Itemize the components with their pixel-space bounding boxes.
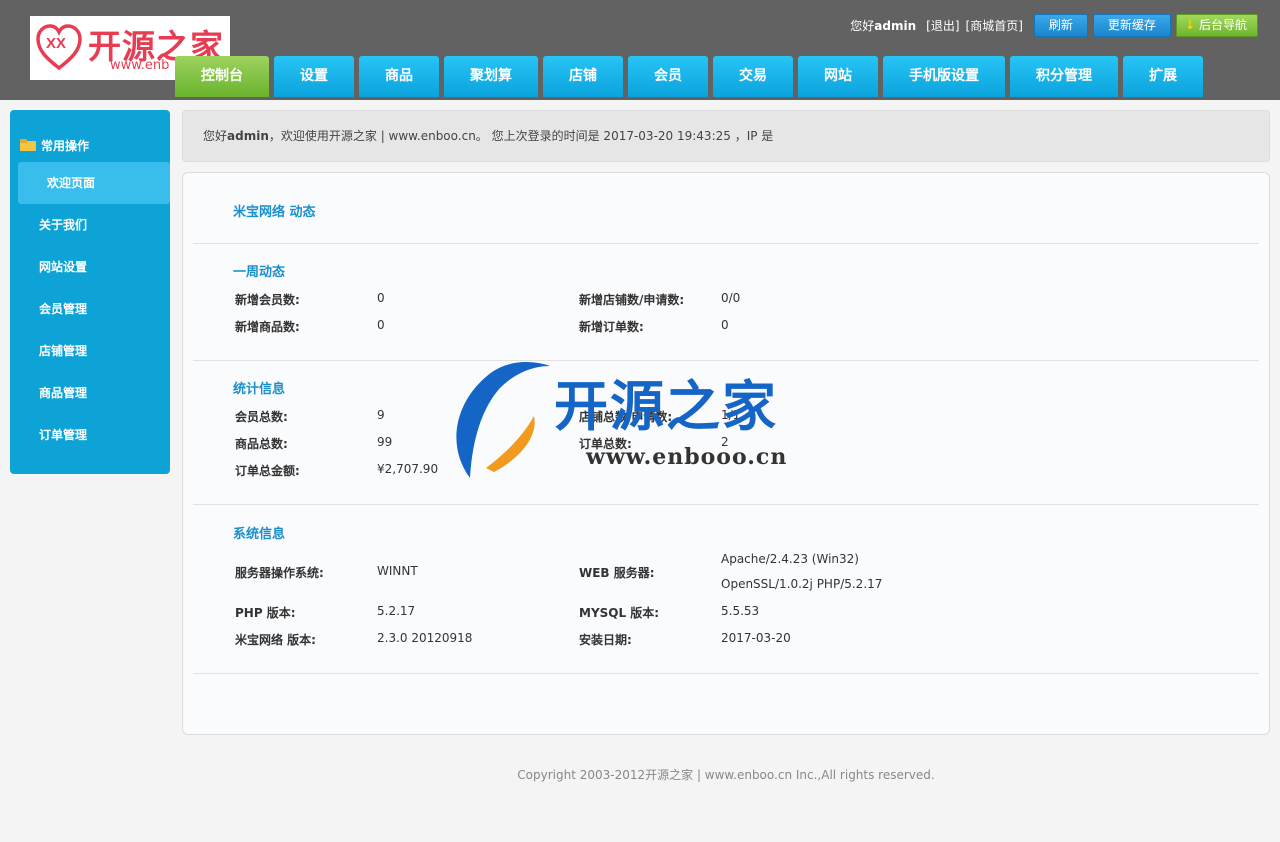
tab-goods[interactable]: 商品 (359, 56, 439, 97)
sidebar-item-orders[interactable]: 订单管理 (10, 414, 170, 456)
welcome-bar: 您好admin，欢迎使用开源之家 | www.enboo.cn。 您上次登录的时… (182, 110, 1270, 162)
new-goods-value: 0 (377, 318, 385, 332)
divider (193, 243, 1259, 244)
svg-text:XX: XX (46, 35, 66, 52)
tab-points-management[interactable]: 积分管理 (1010, 56, 1118, 97)
welcome-message: ，欢迎使用开源之家 | www.enboo.cn。 您上次登录的时间是 2017… (268, 129, 774, 143)
sidebar-item-about[interactable]: 关于我们 (10, 204, 170, 246)
stores-total-value: 1/1 (721, 408, 741, 422)
sidebar-item-members[interactable]: 会员管理 (10, 288, 170, 330)
sidebar-heading[interactable]: 常用操作 (10, 128, 170, 162)
new-orders-label: 新增订单数: (579, 320, 644, 334)
mysql-version-label: MYSQL 版本: (579, 606, 660, 620)
divider (193, 504, 1259, 505)
tab-settings[interactable]: 设置 (274, 56, 354, 97)
weekly-title: 一周动态 (233, 265, 286, 280)
web-server-value-line2: OpenSSL/1.0.2j PHP/5.2.17 (721, 577, 883, 591)
system-title: 系统信息 (233, 527, 286, 542)
dashboard-panel: 米宝网络 动态 一周动态 新增会员数: 0 新增店铺数/申请数: 0/0 新增商… (182, 172, 1270, 735)
tab-stores[interactable]: 店铺 (543, 56, 623, 97)
tab-group-buy[interactable]: 聚划算 (444, 56, 538, 97)
php-version-value: 5.2.17 (377, 604, 416, 618)
install-date-value: 2017-03-20 (721, 631, 791, 645)
members-total-label: 会员总数: (235, 410, 288, 424)
new-orders-value: 0 (721, 318, 729, 332)
app-version-value: 2.3.0 20120918 (377, 631, 473, 645)
username: admin (874, 18, 917, 33)
sidebar-item-site-settings[interactable]: 网站设置 (10, 246, 170, 288)
heart-logo-icon: XX (36, 24, 82, 71)
new-goods-label: 新增商品数: (235, 320, 300, 334)
new-stores-value: 0/0 (721, 291, 741, 305)
app-version-label: 米宝网络 版本: (235, 633, 316, 647)
tab-website[interactable]: 网站 (798, 56, 878, 97)
stores-total-label: 店铺总数/申请数: (579, 410, 673, 424)
logout-link[interactable]: [退出] (926, 17, 959, 34)
os-value: WINNT (377, 564, 418, 578)
new-members-label: 新增会员数: (235, 293, 300, 307)
sidebar-item-welcome[interactable]: 欢迎页面 (18, 162, 170, 204)
new-stores-label: 新增店铺数/申请数: (579, 293, 685, 307)
mysql-version-value: 5.5.53 (721, 604, 760, 618)
footer-copyright: Copyright 2003-2012开源之家 | www.enboo.cn I… (517, 768, 935, 782)
new-members-value: 0 (377, 291, 385, 305)
sidebar-heading-label: 常用操作 (41, 138, 90, 153)
refresh-button[interactable]: 刷新 (1033, 13, 1088, 37)
main-nav: 控制台 设置 商品 聚划算 店铺 会员 交易 网站 手机版设置 积分管理 扩展 (175, 56, 1203, 97)
folder-icon (20, 139, 36, 151)
top-links: 您好admin [退出] [商城首页] 刷新 更新缓存 ↓ 后台导航 (850, 13, 1258, 37)
logo-url: www.enb (110, 58, 170, 73)
tab-console[interactable]: 控制台 (175, 56, 269, 97)
welcome-prefix: 您好 (203, 129, 228, 143)
panel-header: 米宝网络 动态 (233, 205, 316, 220)
tab-mobile-settings[interactable]: 手机版设置 (883, 56, 1005, 97)
divider (193, 360, 1259, 361)
goods-total-value: 99 (377, 435, 393, 449)
store-home-link[interactable]: [商城首页] (966, 17, 1023, 34)
tab-trade[interactable]: 交易 (713, 56, 793, 97)
members-total-value: 9 (377, 408, 385, 422)
os-label: 服务器操作系统: (235, 566, 324, 580)
admin-nav-label: 后台导航 (1198, 17, 1247, 32)
goods-total-label: 商品总数: (235, 437, 288, 451)
header: XX 开源之家 www.enb 您好admin [退出] [商城首页] 刷新 更… (0, 0, 1280, 100)
sidebar-item-goods[interactable]: 商品管理 (10, 372, 170, 414)
order-amount-value: ¥2,707.90 (377, 462, 439, 476)
tab-extensions[interactable]: 扩展 (1123, 56, 1203, 97)
sidebar-item-stores[interactable]: 店铺管理 (10, 330, 170, 372)
web-server-label: WEB 服务器: (579, 566, 655, 580)
order-amount-label: 订单总金额: (235, 464, 300, 478)
sidebar: 常用操作 欢迎页面 关于我们 网站设置 会员管理 店铺管理 商品管理 订单管理 (10, 110, 170, 474)
welcome-user: admin (227, 129, 269, 143)
php-version-label: PHP 版本: (235, 606, 296, 620)
arrow-down-icon: ↓ (1184, 17, 1195, 32)
divider (193, 673, 1259, 674)
orders-total-label: 订单总数: (579, 437, 632, 451)
admin-nav-button[interactable]: ↓ 后台导航 (1175, 13, 1258, 37)
tab-members[interactable]: 会员 (628, 56, 708, 97)
stats-title: 统计信息 (233, 382, 286, 397)
user-greeting: 您好admin (850, 18, 917, 33)
web-server-value-line1: Apache/2.4.23 (Win32) (721, 552, 859, 566)
orders-total-value: 2 (721, 435, 729, 449)
install-date-label: 安装日期: (579, 633, 632, 647)
update-cache-button[interactable]: 更新缓存 (1092, 13, 1171, 37)
